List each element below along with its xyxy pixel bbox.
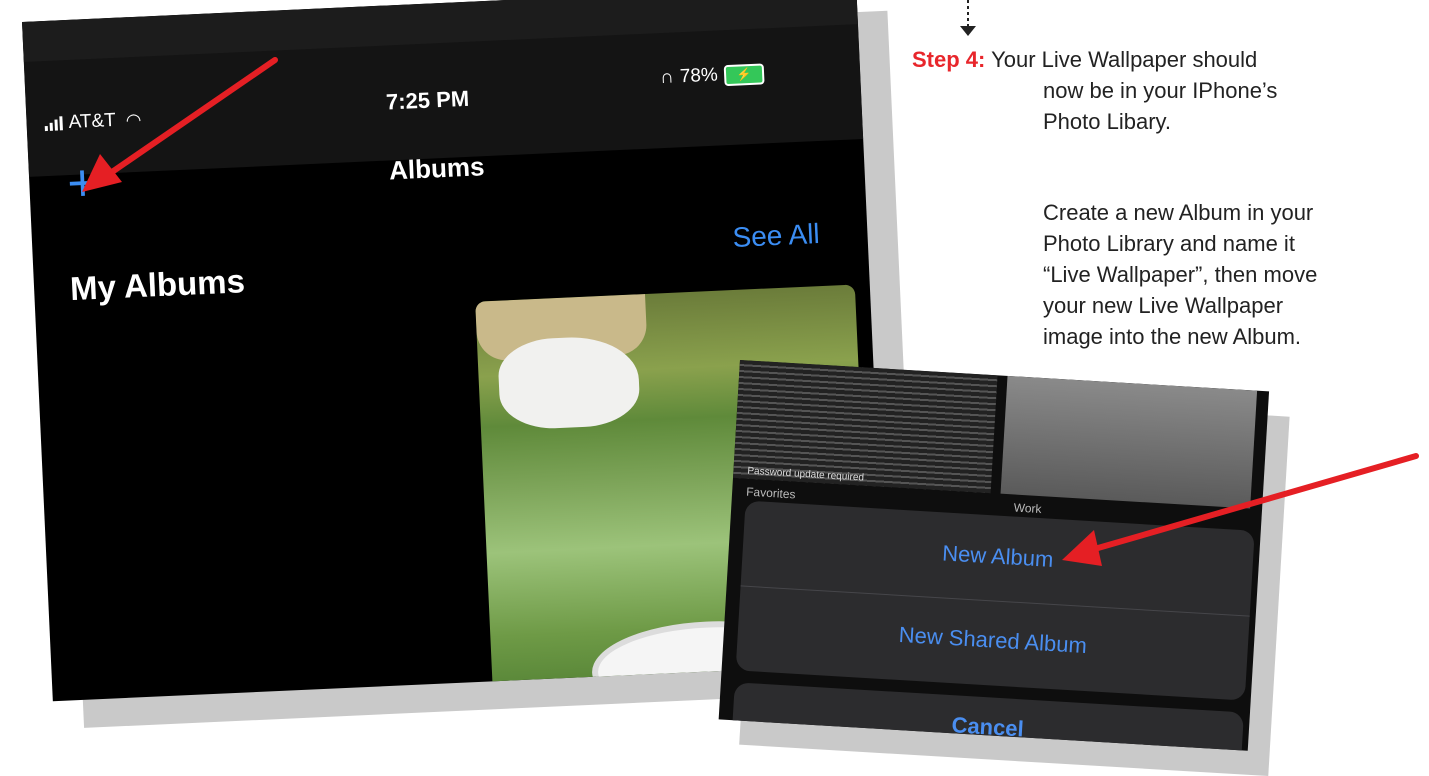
- headphones-icon: ∩: [659, 66, 675, 89]
- instruction-line: Photo Libary.: [1043, 109, 1172, 134]
- battery-icon: ⚡: [723, 62, 765, 86]
- action-sheet-screen: Password update required Favorites Work …: [718, 360, 1270, 751]
- see-all-link[interactable]: See All: [732, 218, 821, 254]
- carrier-indicator: AT&T ◠: [44, 109, 142, 135]
- down-arrow-icon: [960, 0, 976, 36]
- status-time: 7:25 PM: [385, 85, 470, 115]
- instruction-line: Create a new Album in your: [1043, 200, 1314, 225]
- section-title: My Albums: [69, 262, 246, 308]
- new-shared-album-button[interactable]: New Shared Album: [737, 612, 1248, 668]
- work-album-tile[interactable]: [1000, 375, 1258, 509]
- work-label: Work: [1013, 500, 1042, 517]
- sheet-divider: [740, 585, 1250, 617]
- action-sheet-screenshot: Password update required Favorites Work …: [718, 360, 1290, 776]
- nav-title: Albums: [388, 151, 486, 186]
- instruction-line: Your Live Wallpaper should: [991, 47, 1258, 72]
- signal-bars-icon: [44, 116, 63, 132]
- carrier-name: AT&T: [68, 109, 117, 133]
- instruction-line: “Live Wallpaper”, then move: [1043, 262, 1318, 287]
- add-album-button[interactable]: +: [66, 154, 99, 213]
- step-label: Step 4:: [912, 47, 986, 72]
- instruction-paragraph-1: now be in your IPhone’s Photo Libary.: [1043, 75, 1429, 137]
- instruction-line: your new Live Wallpaper: [1043, 293, 1284, 318]
- step-heading-line: Step 4: Your Live Wallpaper should: [912, 44, 1429, 75]
- battery-indicator: ∩ 78% ⚡: [660, 62, 765, 89]
- battery-percent: 78%: [679, 64, 719, 88]
- wifi-icon: ◠: [125, 109, 142, 130]
- instruction-paragraph-2: Create a new Album in your Photo Library…: [1043, 197, 1429, 352]
- new-album-button[interactable]: New Album: [742, 529, 1253, 585]
- action-sheet: New Album New Shared Album: [735, 500, 1255, 701]
- instruction-line: image into the new Album.: [1043, 324, 1302, 349]
- instruction-line: now be in your IPhone’s: [1043, 78, 1278, 103]
- instruction-line: Photo Library and name it: [1043, 231, 1295, 256]
- favorites-label: Favorites: [745, 484, 796, 502]
